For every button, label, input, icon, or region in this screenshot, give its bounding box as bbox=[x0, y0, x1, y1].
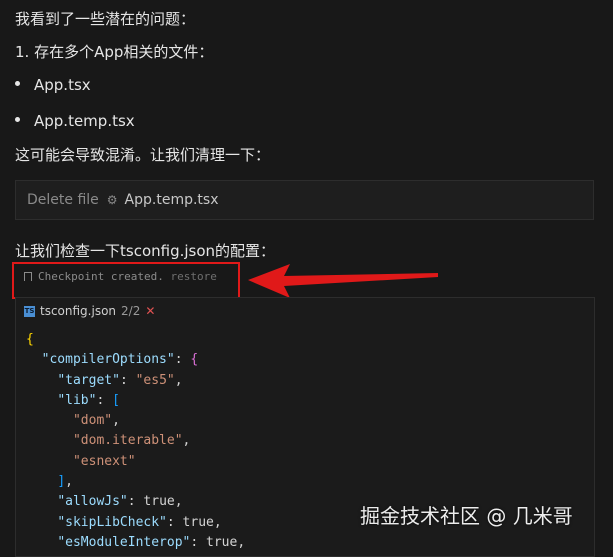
bullet-item-app: App.tsx bbox=[15, 76, 91, 94]
delete-file-label: Delete file bbox=[27, 192, 99, 208]
code-filename[interactable]: tsconfig.json bbox=[40, 304, 116, 318]
close-icon[interactable]: ✕ bbox=[145, 304, 155, 318]
delete-file-name[interactable]: App.temp.tsx bbox=[125, 192, 219, 208]
code-line: "dom.iterable", bbox=[72, 433, 191, 449]
typescript-file-icon: TS bbox=[24, 305, 35, 317]
code-line: "skipLibCheck": true, bbox=[57, 514, 222, 530]
code-line: { bbox=[26, 332, 34, 347]
annotation-highlight-box bbox=[12, 262, 240, 299]
gear-icon: ⚙ bbox=[106, 193, 118, 207]
message-intro: 我看到了一些潜在的问题： bbox=[15, 10, 196, 28]
code-line: "target": "es5", bbox=[57, 372, 183, 388]
message-confusion: 这可能会导致混淆。让我们清理一下： bbox=[15, 146, 271, 164]
code-line: "esnext" bbox=[72, 453, 136, 469]
bullet-dot bbox=[15, 81, 20, 86]
code-line: "compilerOptions": { bbox=[41, 352, 199, 368]
code-line: "dom", bbox=[72, 413, 120, 429]
bullet-dot bbox=[15, 117, 20, 122]
message-check-tsconfig: 让我们检查一下tsconfig.json的配置： bbox=[15, 242, 276, 260]
code-change-count: 2/2 bbox=[121, 304, 141, 318]
code-content: { "compilerOptions": { "target": "es5", … bbox=[26, 330, 245, 553]
message-point1: 1. 存在多个App相关的文件： bbox=[15, 43, 214, 61]
bullet-text: App.tsx bbox=[34, 76, 91, 94]
watermark: 掘金技术社区 @ 几米哥 bbox=[360, 504, 573, 528]
code-header: TS tsconfig.json 2/2 ✕ bbox=[24, 304, 155, 318]
code-line: "lib": [ bbox=[57, 392, 120, 408]
code-line: "esModuleInterop": true, bbox=[57, 534, 246, 550]
bullet-text: App.temp.tsx bbox=[34, 112, 135, 130]
code-line: "allowJs": true, bbox=[57, 494, 183, 510]
delete-file-card[interactable]: Delete file ⚙ App.temp.tsx bbox=[15, 180, 594, 220]
annotation-arrow bbox=[248, 264, 438, 298]
bullet-item-app-temp: App.temp.tsx bbox=[15, 112, 135, 130]
code-line: ], bbox=[57, 474, 73, 490]
